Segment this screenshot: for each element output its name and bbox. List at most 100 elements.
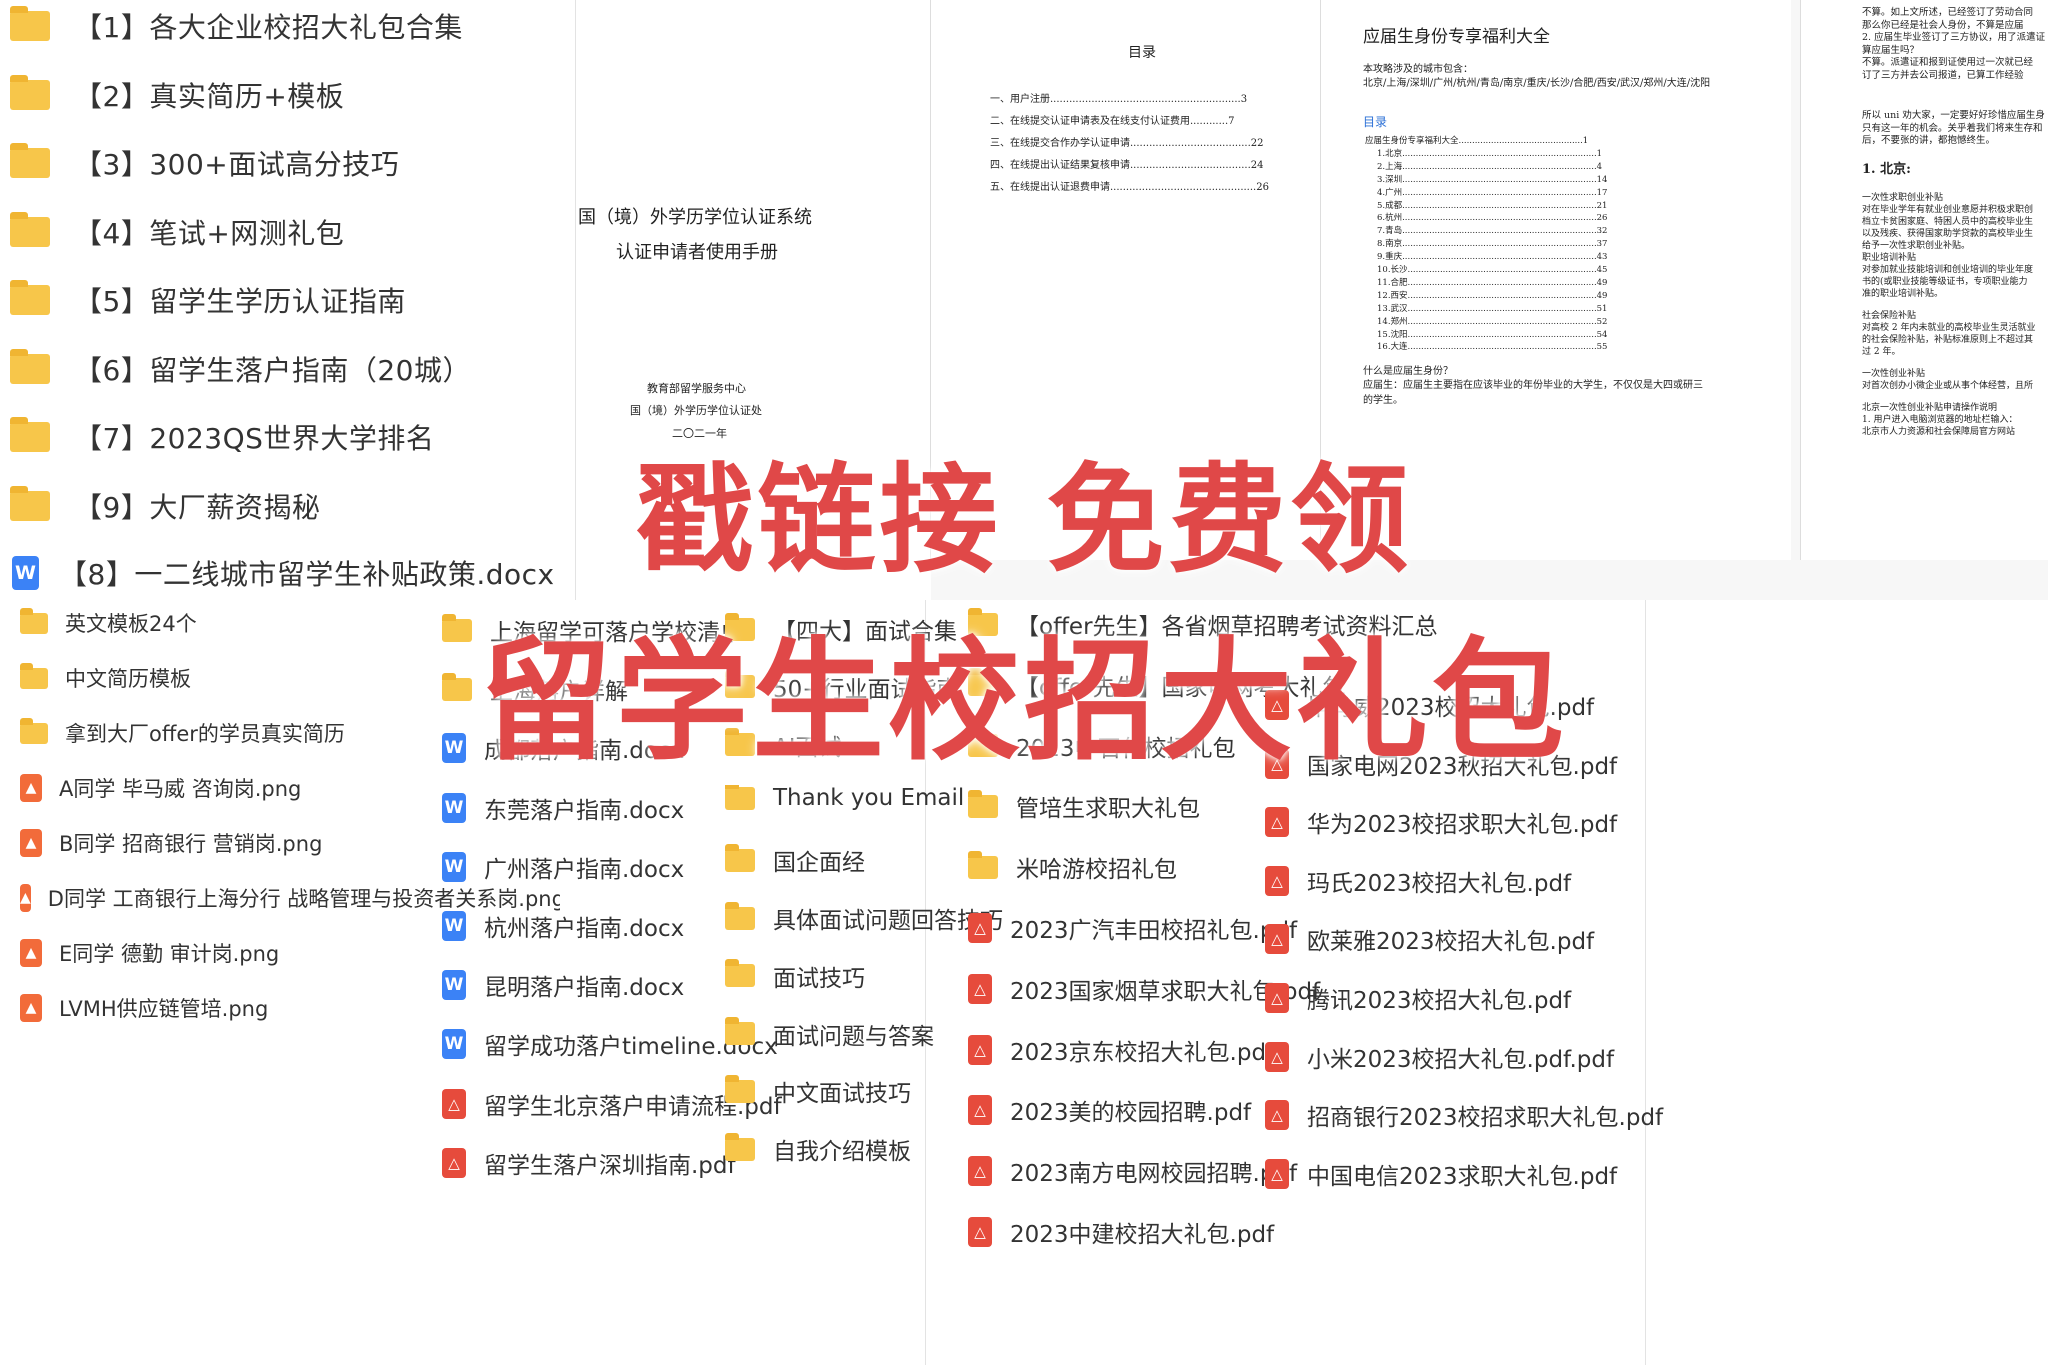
pdf-icon: △: [442, 1147, 466, 1178]
file-item[interactable]: △ 招商银行2023校招求职大礼包.pdf: [1265, 1098, 2045, 1132]
folder-item[interactable]: 【7】2023QS世界大学排名: [10, 417, 570, 457]
doc2-toc-line: 16.大连...................................…: [1377, 342, 1608, 353]
file-name: 【3】300+面试高分技巧: [74, 148, 400, 181]
file-name: E同学 德勤 审计岗.png: [59, 942, 280, 966]
file-name: 米哈游校招礼包: [1016, 857, 1177, 884]
doc3-body-line: 对首次创办小微企业或从事个体经营，且所: [1862, 381, 2034, 391]
folder-icon: [968, 789, 998, 818]
file-name: 华为2023校招求职大礼包.pdf: [1307, 812, 1618, 839]
doc1-toc-heading: 目录: [1128, 45, 1156, 61]
file-name: 中文面试技巧: [773, 1081, 911, 1108]
doc3-heading: 1. 北京:: [1862, 162, 1911, 177]
doc2-toc-line: 3.深圳....................................…: [1377, 174, 1608, 185]
doc1-toc-line: 二、在线提交认证申请表及在线支付认证费用............7: [990, 116, 1235, 127]
word-doc-icon: W: [442, 1029, 466, 1060]
pdf-icon: △: [968, 1034, 992, 1065]
file-name: 面试问题与答案: [773, 1023, 934, 1050]
file-name: 欧莱雅2023校招大礼包.pdf: [1307, 929, 1595, 956]
folder-icon: [10, 143, 50, 178]
folder-item[interactable]: 【1】各大企业校招大礼包合集: [10, 6, 570, 46]
pdf-icon: △: [1265, 1100, 1289, 1131]
file-item[interactable]: △ 玛氏2023校招大礼包.pdf: [1265, 864, 2045, 898]
image-file-icon: ▲: [20, 939, 42, 967]
folder-icon: [10, 6, 50, 41]
file-name: A同学 毕马威 咨询岗.png: [59, 777, 302, 801]
doc1-dept: 国（境）外学历学位认证处: [630, 404, 762, 417]
doc3-body-line: 北京市人力资源和社会保障局官方网站: [1862, 427, 2016, 437]
folder-icon: [10, 280, 50, 315]
file-name: 小米2023校招大礼包.pdf.pdf: [1307, 1046, 1615, 1073]
pdf-icon: △: [1265, 865, 1289, 896]
file-item[interactable]: △ 腾讯2023校招大礼包.pdf: [1265, 981, 2045, 1015]
file-name: 2023美的校园招聘.pdf: [1010, 1100, 1252, 1127]
word-doc-icon: W: [442, 911, 466, 941]
doc1-year: 二〇二一年: [672, 427, 727, 440]
doc2-toc-line: 15.沈阳...................................…: [1377, 329, 1608, 340]
file-name: LVMH供应链管培.png: [59, 997, 269, 1021]
pdf-icon: △: [1265, 1158, 1289, 1189]
image-file-icon: ▲: [20, 829, 42, 857]
file-name: 留学生落户深圳指南.pdf: [484, 1152, 736, 1179]
folder-item[interactable]: 【6】留学生落户指南（20城）: [10, 348, 570, 389]
doc3-body-line: 准的职业培训补贴。: [1862, 289, 1944, 299]
pdf-icon: △: [968, 1156, 992, 1187]
promo-headline-line2: 留学生校招大礼包: [480, 625, 1568, 779]
file-name: 杭州落户指南.docx: [484, 916, 685, 942]
folder-icon: [10, 417, 50, 452]
file-name: 2023京东校招大礼包.pdf: [1010, 1039, 1275, 1066]
doc2-answer: 应届生：应届生主要指在应该毕业的年份毕业的大学生，不仅仅是大四或研三的学生。: [1363, 380, 1703, 406]
file-name: 2023中建校招大礼包.pdf: [1010, 1222, 1275, 1248]
doc2-toc-line: 8.南京....................................…: [1377, 239, 1608, 250]
file-item[interactable]: △ 欧莱雅2023校招大礼包.pdf: [1265, 922, 2045, 956]
doc1-toc-line: 四、在线提出认证结果复核申请..........................…: [990, 160, 1264, 171]
doc2-question: 什么是应届生身份？: [1363, 366, 1453, 377]
file-item[interactable]: △ 2023中建校招大礼包.pdf: [968, 1215, 1643, 1249]
doc2-intro: 本攻略涉及的城市包含：: [1363, 64, 1473, 75]
file-name: 【1】各大企业校招大礼包合集: [74, 11, 463, 44]
pdf-icon: △: [1265, 983, 1289, 1013]
folder-item[interactable]: 【5】留学生学历认证指南: [10, 280, 570, 320]
doc2-toc-line: 6.杭州....................................…: [1377, 213, 1608, 224]
folder-item[interactable]: 【4】笔试+网测礼包: [10, 211, 570, 252]
folder-icon: [725, 1074, 755, 1103]
doc2-toc-line: 4.广州....................................…: [1377, 187, 1608, 198]
file-name: 2023南方电网校园招聘.pdf: [1010, 1161, 1298, 1188]
doc2-title: 应届生身份专享福利大全: [1363, 27, 1550, 47]
file-name: 自我介绍模板: [773, 1139, 911, 1166]
pdf-icon: △: [1265, 924, 1289, 955]
word-doc-icon: W: [442, 970, 466, 1001]
file-item[interactable]: △ 华为2023校招求职大礼包.pdf: [1265, 805, 2045, 839]
file-name: 【2】真实简历+模板: [74, 79, 345, 113]
folder-icon: [725, 1132, 755, 1161]
word-doc-icon: W: [442, 851, 466, 882]
doc1-toc-line: 五、在线提出认证退费申请............................…: [990, 182, 1269, 193]
doc1-org: 教育部留学服务中心: [647, 382, 746, 395]
doc3-line: 后，不要张的讲，都抱憾终生。: [1862, 135, 1996, 146]
file-name: 玛氏2023校招大礼包.pdf: [1307, 870, 1572, 897]
pdf-icon: △: [968, 1095, 992, 1126]
doc2-toc-line: 13.武汉...................................…: [1377, 303, 1608, 314]
file-name: 2023广汽丰田校招礼包.pdf: [1010, 918, 1298, 944]
folder-icon: [10, 74, 50, 110]
file-item[interactable]: △ 中国电信2023求职大礼包.pdf: [1265, 1157, 2045, 1191]
file-name: 腾讯2023校招大礼包.pdf: [1307, 988, 1572, 1014]
image-file-icon: ▲: [20, 994, 42, 1022]
file-item[interactable]: △ 小米2023校招大礼包.pdf.pdf: [1265, 1040, 2045, 1074]
file-name: 东莞落户指南.docx: [484, 797, 685, 824]
folder-item[interactable]: 【3】300+面试高分技巧: [10, 143, 570, 183]
doc2-toc-line: 应届生身份专享福利大全.............................…: [1365, 136, 1589, 146]
image-file-icon: ▲: [20, 774, 42, 802]
pdf-icon: △: [968, 973, 992, 1004]
file-name: 面试技巧: [773, 965, 865, 992]
file-name: 管培生求职大礼包: [1016, 796, 1200, 823]
image-file-icon: ▲: [20, 884, 31, 912]
doc3-line: 订了三方并去公司报道，已算工作经验: [1862, 69, 2024, 81]
file-name: 中国电信2023求职大礼包.pdf: [1307, 1163, 1618, 1190]
folder-item[interactable]: 【2】真实简历+模板: [10, 74, 570, 115]
folder-icon: [725, 843, 755, 872]
file-name: 招商银行2023校招求职大礼包.pdf: [1307, 1105, 1664, 1132]
file-name: 昆明落户指南.docx: [484, 975, 685, 1002]
doc2-toc-line: 14.郑州...................................…: [1377, 316, 1608, 327]
pdf-icon: △: [968, 913, 992, 943]
folder-icon: [725, 1017, 755, 1046]
